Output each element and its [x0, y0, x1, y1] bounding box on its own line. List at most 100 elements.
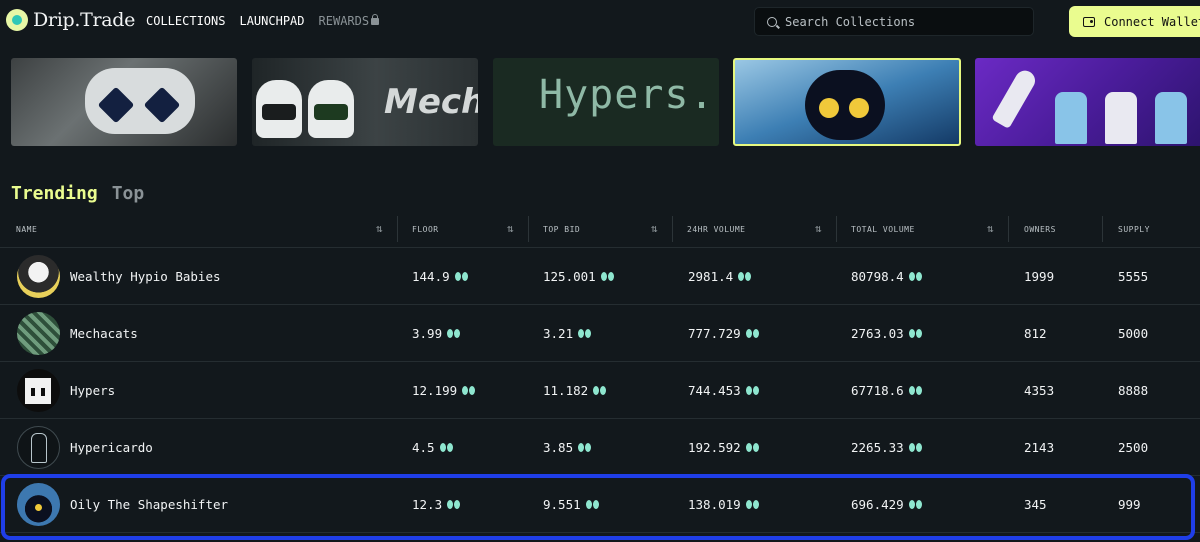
table-row[interactable]: Hypericardo 4.5 3.85 192.592 2265.33 214…: [0, 419, 1200, 476]
hype-token-icon: [600, 272, 615, 281]
top-bid-value: 125.001: [543, 248, 615, 305]
collection-avatar: [17, 369, 60, 412]
banner-mechacats[interactable]: Mecha: [252, 58, 478, 146]
banner-space-cats[interactable]: [975, 58, 1200, 146]
sort-icon[interactable]: ⇅: [987, 222, 999, 236]
hype-token-icon: [908, 329, 923, 338]
collection-avatar: [17, 312, 60, 355]
hype-token-icon: [439, 443, 454, 452]
collection-name: Wealthy Hypio Babies: [70, 269, 221, 284]
table-row[interactable]: Oily The Shapeshifter 12.3 9.551 138.019…: [0, 476, 1200, 533]
hype-token-icon: [593, 386, 607, 395]
sort-icon[interactable]: ⇅: [815, 222, 827, 236]
owners-value: 812: [1024, 326, 1047, 341]
banner-mechacats-text: Mecha: [384, 82, 478, 122]
hype-token-icon: [578, 329, 592, 338]
24hr-volume-value: 777.729: [688, 305, 760, 362]
floor-value: 12.199: [412, 362, 476, 419]
total-volume-value: 2265.33: [851, 419, 923, 476]
hype-token-icon: [908, 443, 923, 452]
column-header-floor[interactable]: FLOOR: [396, 210, 439, 248]
sort-icon[interactable]: ⇅: [507, 222, 519, 236]
banner-mask-art: [85, 68, 195, 134]
24hr-volume-value: 138.019: [688, 476, 760, 533]
hype-token-icon: [578, 443, 592, 452]
supply-value: 5555: [1118, 269, 1149, 284]
banner-cat-art: [256, 80, 302, 138]
supply-value: 999: [1118, 497, 1141, 512]
table-row[interactable]: Mechacats 3.99 3.21 777.729 2763.03 812 …: [0, 305, 1200, 362]
hype-token-icon: [908, 272, 923, 281]
hype-token-icon: [745, 500, 760, 509]
nav-rewards[interactable]: REWARDS: [319, 14, 380, 28]
owners-value: 1999: [1024, 269, 1055, 284]
search-input[interactable]: [785, 14, 1025, 29]
owners-value: 4353: [1024, 383, 1055, 398]
search-icon: [767, 16, 777, 27]
column-header-owners[interactable]: OWNERS: [1008, 210, 1056, 248]
wallet-icon: [1083, 16, 1095, 27]
floor-value: 12.3: [412, 476, 461, 533]
collections-table: NAME ⇅ FLOOR ⇅ TOP BID ⇅ 24HR VOLUME ⇅ T…: [0, 210, 1200, 533]
hype-token-icon: [454, 272, 469, 281]
floor-value: 4.5: [412, 419, 454, 476]
logo-mark-icon: [6, 9, 28, 31]
logo-text: Drip.Trade: [33, 9, 136, 31]
top-header: Drip.Trade COLLECTIONS LAUNCHPAD REWARDS…: [0, 0, 1200, 42]
column-header-supply[interactable]: SUPPLY: [1102, 210, 1150, 248]
column-header-top-bid[interactable]: TOP BID: [527, 210, 580, 248]
hype-token-icon: [745, 443, 760, 452]
hype-token-icon: [745, 329, 760, 338]
column-header-24hr-volume[interactable]: 24HR VOLUME: [671, 210, 745, 248]
sort-icon[interactable]: ⇅: [651, 222, 663, 236]
collection-avatar: [17, 255, 60, 298]
connect-wallet-button[interactable]: Connect Wallet: [1069, 6, 1200, 37]
sort-icon[interactable]: ⇅: [376, 222, 388, 236]
main-nav: COLLECTIONS LAUNCHPAD REWARDS: [146, 14, 380, 28]
banner-cat-art: [308, 80, 354, 138]
24hr-volume-value: 744.453: [688, 362, 760, 419]
banner-hypers-text: Hypers.: [539, 72, 715, 118]
top-bid-value: 3.85: [543, 419, 592, 476]
tab-top[interactable]: Top: [112, 183, 145, 204]
floor-value: 144.9: [412, 248, 469, 305]
table-header: NAME ⇅ FLOOR ⇅ TOP BID ⇅ 24HR VOLUME ⇅ T…: [0, 210, 1200, 248]
column-header-total-volume[interactable]: TOTAL VOLUME: [835, 210, 915, 248]
supply-value: 2500: [1118, 440, 1149, 455]
tab-trending[interactable]: Trending: [11, 183, 98, 204]
hype-token-icon: [447, 500, 461, 509]
supply-value: 5000: [1118, 326, 1149, 341]
banner-wealthy-hypio-babies[interactable]: [11, 58, 237, 146]
collection-name: Hypericardo: [70, 440, 153, 455]
logo[interactable]: Drip.Trade: [6, 9, 135, 31]
featured-carousel: Mecha Hypers.: [11, 58, 1200, 146]
nav-collections[interactable]: COLLECTIONS: [146, 14, 225, 28]
nav-rewards-label: REWARDS: [318, 14, 370, 28]
owners-value: 2143: [1024, 440, 1055, 455]
banner-cat-art: [1055, 92, 1087, 144]
ranking-tabs: Trending Top: [11, 183, 144, 204]
column-header-name[interactable]: NAME: [0, 210, 37, 248]
total-volume-value: 80798.4: [851, 248, 923, 305]
banner-oily-the-shapeshifter[interactable]: [733, 58, 961, 146]
total-volume-value: 696.429: [851, 476, 923, 533]
hype-token-icon: [585, 500, 600, 509]
top-bid-value: 11.182: [543, 362, 607, 419]
banner-blob-art: [805, 70, 885, 140]
hype-token-icon: [745, 386, 760, 395]
collection-name: Oily The Shapeshifter: [70, 497, 229, 512]
supply-value: 8888: [1118, 383, 1149, 398]
top-bid-value: 3.21: [543, 305, 592, 362]
hype-token-icon: [908, 386, 923, 395]
table-row[interactable]: Wealthy Hypio Babies 144.9 125.001 2981.…: [0, 248, 1200, 305]
banner-hypers[interactable]: Hypers.: [493, 58, 719, 146]
table-row[interactable]: Hypers 12.199 11.182 744.453 67718.6 435…: [0, 362, 1200, 419]
lock-icon: [371, 14, 380, 25]
collection-avatar: [17, 483, 60, 526]
24hr-volume-value: 192.592: [688, 419, 760, 476]
collection-name: Hypers: [70, 383, 116, 398]
total-volume-value: 2763.03: [851, 305, 923, 362]
nav-launchpad[interactable]: LAUNCHPAD: [239, 14, 304, 28]
search-bar[interactable]: [754, 7, 1034, 36]
top-bid-value: 9.551: [543, 476, 600, 533]
